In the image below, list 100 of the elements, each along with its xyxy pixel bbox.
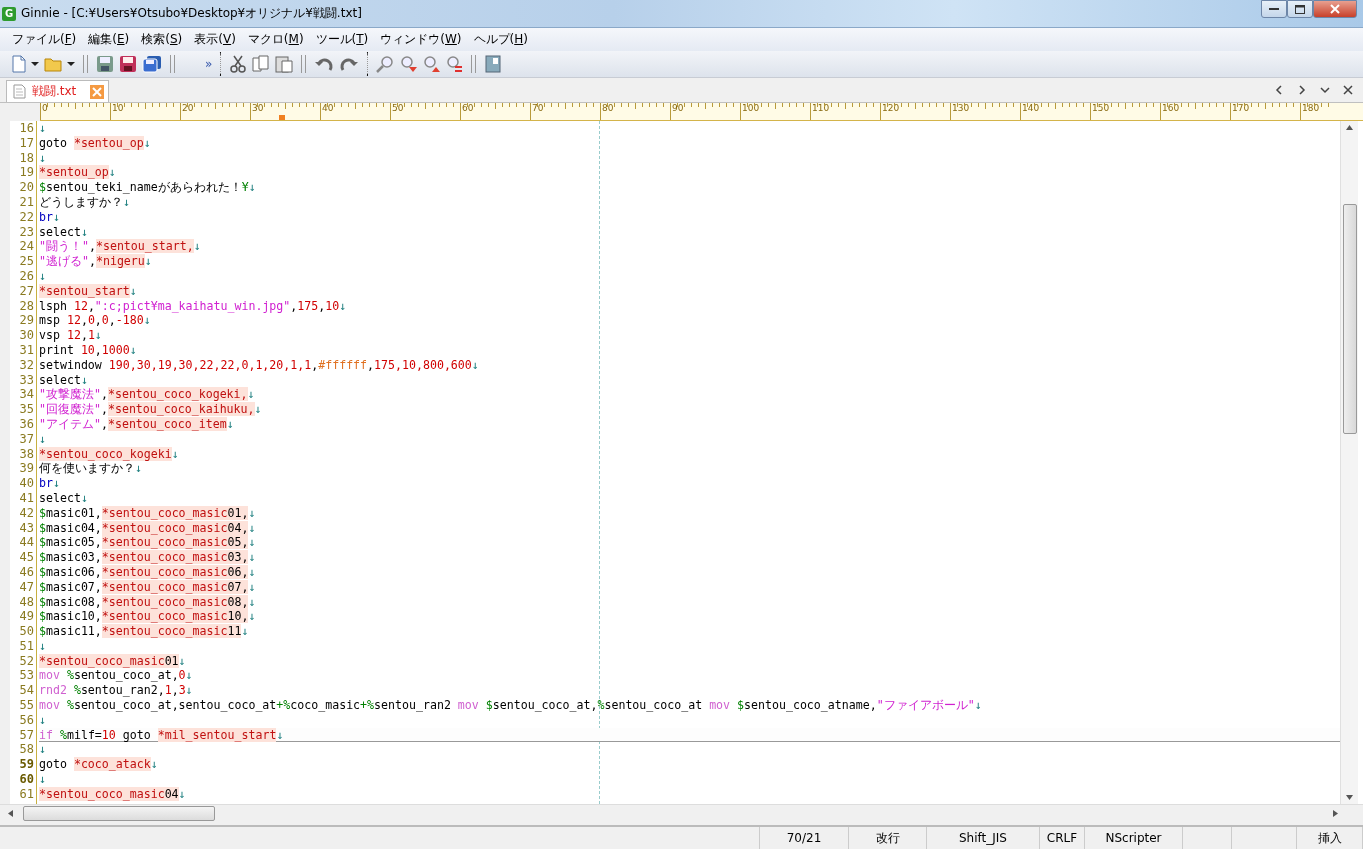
- line-number: 60: [18, 772, 35, 787]
- code-line: select↓: [39, 490, 89, 506]
- line-number: 50: [18, 624, 35, 639]
- line-number: 61: [18, 786, 35, 802]
- code-line: mov %sentou_coco_at,0↓: [39, 668, 194, 684]
- line-number: 39: [18, 461, 35, 477]
- line-number: 41: [18, 490, 35, 506]
- file-tab[interactable]: 戦闘.txt: [6, 80, 110, 102]
- line-number: 42: [18, 505, 35, 521]
- search-icon[interactable]: [376, 55, 395, 73]
- ruler-number: 40: [322, 103, 335, 114]
- window-title: Ginnie - [C:¥Users¥Otsubo¥Desktop¥オリジナル¥戦闘.txt]: [21, 5, 362, 22]
- menu-item[interactable]: 検索(S): [141, 31, 183, 48]
- code-line: "逃げる",*nigeru↓: [39, 254, 153, 269]
- line-number: 33: [18, 372, 35, 388]
- status-cell: 改行: [849, 827, 927, 849]
- horizontal-scrollbar[interactable]: [0, 804, 1363, 822]
- chevron-right-icon[interactable]: [1297, 85, 1307, 95]
- ruler-number: 60: [462, 103, 475, 114]
- scroll-up-icon[interactable]: [1346, 125, 1353, 130]
- copy-icon[interactable]: [252, 55, 271, 73]
- maximize-button[interactable]: [1287, 0, 1313, 18]
- code-line: ↓: [39, 150, 47, 166]
- find-previous-icon[interactable]: [422, 55, 441, 73]
- line-number: 27: [18, 283, 35, 299]
- line-number: 25: [18, 254, 35, 269]
- code-line: ↓: [39, 712, 47, 728]
- chevron-left-icon[interactable]: [1274, 85, 1284, 95]
- scroll-left-icon[interactable]: [8, 810, 13, 817]
- app-icon: G: [2, 6, 16, 21]
- line-number: 57: [18, 727, 35, 743]
- line-number: 36: [18, 416, 35, 432]
- line-number: 30: [18, 328, 35, 343]
- scrollbar-thumb[interactable]: [23, 806, 215, 821]
- line-number: 20: [18, 180, 35, 195]
- paste-icon[interactable]: [275, 55, 294, 73]
- redo-icon[interactable]: [339, 55, 360, 73]
- close-icon: [1330, 4, 1340, 14]
- code-line: *sentou_coco_masic04↓: [39, 786, 187, 802]
- line-number: 48: [18, 594, 35, 610]
- menu-item[interactable]: ファイル(F): [12, 31, 77, 48]
- status-cell: 挿入: [1297, 827, 1363, 849]
- menu-item[interactable]: ウィンドウ(W): [380, 31, 462, 48]
- line-number: 18: [18, 150, 35, 166]
- replace-icon[interactable]: [445, 55, 464, 73]
- ruler-number: 10: [112, 103, 125, 114]
- line-number: 55: [18, 698, 35, 713]
- ruler-number: 70: [532, 103, 545, 114]
- code-line: どうしますか？↓: [39, 195, 131, 210]
- code-line: $masic05,*sentou_coco_masic05,↓: [39, 535, 257, 551]
- menu-item[interactable]: マクロ(M): [247, 31, 304, 48]
- line-number: 52: [18, 653, 35, 669]
- line-number: 54: [18, 683, 35, 699]
- find-next-icon[interactable]: [399, 55, 418, 73]
- ruler-number: 20: [182, 103, 195, 114]
- menu-item[interactable]: ツール(T): [315, 31, 369, 48]
- caret-icon[interactable]: [67, 61, 75, 67]
- undo-icon[interactable]: [314, 55, 335, 73]
- line-number: 22: [18, 209, 35, 225]
- vertical-scrollbar[interactable]: [1340, 121, 1358, 804]
- close-button[interactable]: [1313, 0, 1357, 18]
- line-number: 32: [18, 357, 35, 373]
- code-line: 何を使いますか？↓: [39, 461, 143, 477]
- line-number: 34: [18, 387, 35, 403]
- code-line: mov %sentou_coco_at,sentou_coco_at+%coco_masic+%sentou_ran2 mov $sentou_coco_at,%sentou_coco_at mov $sentou_coco_atname,"ファイアボール"↓: [39, 698, 983, 713]
- minimize-icon: [1269, 7, 1279, 11]
- toolbar-overflow-button[interactable]: »: [205, 57, 213, 71]
- code-line: "攻撃魔法",*sentou_coco_kogeki,↓: [39, 387, 256, 403]
- new-file-icon[interactable]: [12, 55, 26, 73]
- scissors-icon[interactable]: [229, 55, 248, 73]
- panel-icon[interactable]: [484, 55, 503, 73]
- code-line: ↓: [39, 268, 47, 284]
- scrollbar-thumb[interactable]: [1342, 204, 1357, 434]
- menu-item[interactable]: 編集(E): [88, 31, 130, 48]
- scroll-down-icon[interactable]: [1346, 795, 1353, 800]
- code-line: $sentou_teki_nameがあらわれた！¥↓: [39, 180, 257, 195]
- minimize-button[interactable]: [1261, 0, 1287, 18]
- status-cell: CRLF: [1040, 827, 1085, 849]
- line-number: 21: [18, 195, 35, 210]
- code-line: msp 12,0,0,-180↓: [39, 313, 152, 329]
- code-line: $masic01,*sentou_coco_masic01,↓: [39, 505, 257, 521]
- close-icon[interactable]: [1343, 85, 1353, 95]
- menu-item[interactable]: ヘルプ(H): [473, 31, 528, 48]
- ruler-number: 90: [672, 103, 685, 114]
- code-line: ↓: [39, 772, 47, 787]
- status-cell: NScripter: [1085, 827, 1183, 849]
- line-number: 23: [18, 224, 35, 240]
- line-number: 45: [18, 550, 35, 565]
- line-number: 58: [18, 742, 35, 758]
- line-number: 35: [18, 402, 35, 417]
- chevron-down-icon[interactable]: [1320, 85, 1330, 95]
- floppy-disks-icon[interactable]: [142, 55, 162, 73]
- scroll-right-icon[interactable]: [1333, 810, 1338, 817]
- code-line: select↓: [39, 372, 89, 388]
- cursor-column-marker: [279, 115, 285, 120]
- status-cell: 70/21: [760, 827, 849, 849]
- caret-icon[interactable]: [31, 61, 39, 67]
- code-line: $masic03,*sentou_coco_masic03,↓: [39, 550, 257, 565]
- code-line: goto *coco_atack↓: [39, 757, 159, 773]
- menu-item[interactable]: 表示(V): [194, 31, 236, 48]
